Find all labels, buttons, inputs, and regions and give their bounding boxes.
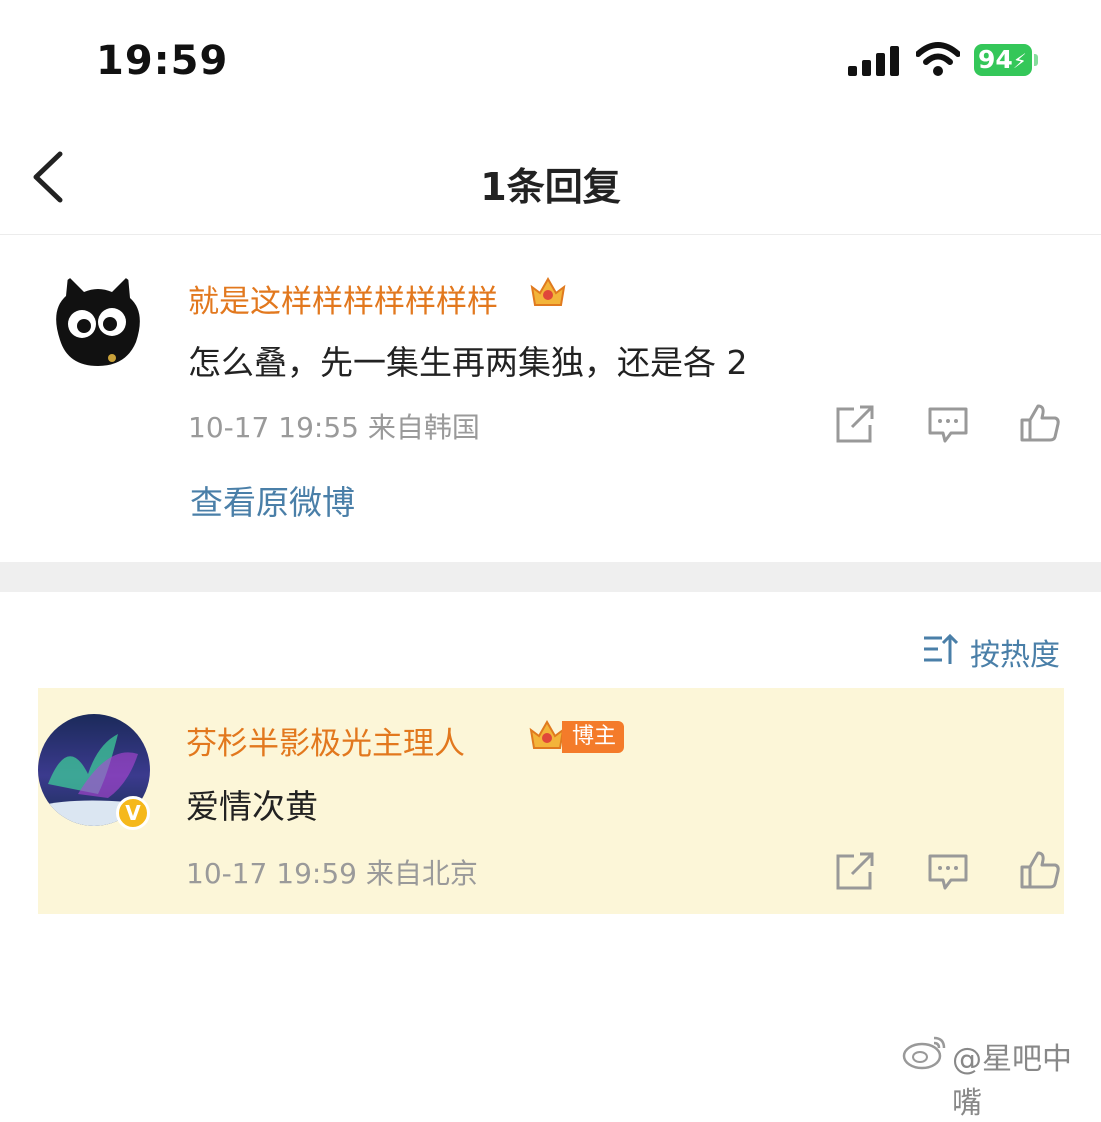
- crown-icon: [530, 276, 566, 306]
- reply-text: 爱情次黄: [186, 787, 318, 826]
- share-icon[interactable]: [834, 405, 876, 445]
- status-time: 19:59: [96, 38, 229, 84]
- verified-badge: V: [116, 796, 150, 830]
- page-title: 1条回复: [480, 165, 621, 209]
- section-divider: [0, 562, 1101, 592]
- host-badge: 博主: [562, 721, 625, 753]
- sort-by-heat-button[interactable]: 按热度: [970, 630, 1060, 674]
- commenter-username[interactable]: 就是这样样样样样样样: [188, 276, 498, 321]
- comment-icon[interactable]: [927, 405, 969, 445]
- battery-level: 94: [978, 45, 1013, 74]
- comment-icon[interactable]: [927, 852, 969, 892]
- reply-meta: 10-17 19:59 来自北京: [186, 857, 478, 890]
- comment-text: 怎么叠，先一集生再两集独，还是各 2: [188, 343, 748, 382]
- weibo-logo-icon: [902, 1036, 946, 1070]
- view-original-post-link[interactable]: 查看原微博: [190, 476, 355, 524]
- signal-icon: [848, 46, 899, 76]
- watermark-text: @星吧中嘴: [952, 1042, 1072, 1121]
- reply-username[interactable]: 芬杉半影极光主理人: [186, 718, 465, 763]
- like-icon[interactable]: [1019, 403, 1061, 443]
- sort-icon[interactable]: [922, 632, 958, 666]
- crown-icon: [529, 719, 565, 749]
- black-cat-avatar[interactable]: [46, 270, 150, 374]
- share-icon[interactable]: [834, 852, 876, 892]
- wifi-icon: [916, 42, 960, 76]
- like-icon[interactable]: [1019, 850, 1061, 890]
- battery-indicator: 94⚡: [974, 44, 1040, 78]
- divider: [0, 234, 1101, 235]
- comment-meta: 10-17 19:55 来自韩国: [188, 411, 480, 444]
